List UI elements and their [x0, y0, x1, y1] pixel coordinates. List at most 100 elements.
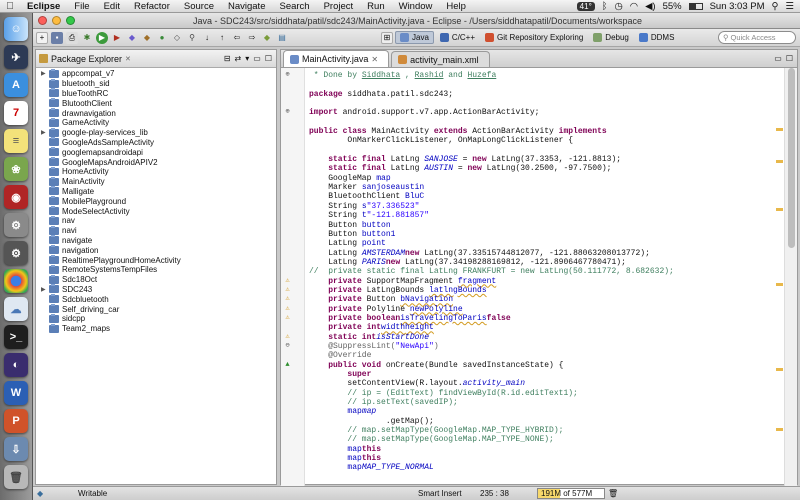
- wifi-icon[interactable]: ◠: [630, 1, 638, 12]
- code-line[interactable]: BluetoothClient BluC: [309, 192, 783, 201]
- fold-collapse-icon[interactable]: ⊖: [283, 342, 292, 350]
- minimize-view-icon[interactable]: ▭: [253, 54, 261, 63]
- photos-icon[interactable]: ❀: [4, 157, 28, 181]
- menu-source[interactable]: Source: [177, 1, 221, 12]
- menu-navigate[interactable]: Navigate: [221, 1, 273, 12]
- menu-run[interactable]: Run: [360, 1, 391, 12]
- project-tree-item[interactable]: ▶ SDC243: [36, 284, 276, 295]
- new-java-project-icon[interactable]: ◆: [126, 32, 138, 44]
- overview-ruler[interactable]: [775, 68, 784, 486]
- warning-marker[interactable]: [776, 128, 783, 131]
- code-line[interactable]: super: [309, 370, 783, 379]
- code-lines[interactable]: ⊕ * Done by Siddhata , Rashid and Huzefa…: [285, 71, 783, 473]
- code-line[interactable]: ⚠ private SupportMapFragment fragment: [285, 277, 783, 286]
- code-line[interactable]: [309, 80, 783, 89]
- code-area[interactable]: ⊕ * Done by Siddhata , Rashid and Huzefa…: [281, 68, 797, 486]
- battery-percent[interactable]: 55%: [663, 1, 682, 12]
- project-tree-item[interactable]: googlemapsandroidapi: [36, 147, 276, 157]
- chrome-icon[interactable]: [4, 269, 28, 293]
- temperature-badge[interactable]: 41°: [576, 1, 595, 11]
- link-with-editor-icon[interactable]: ⇄: [235, 54, 242, 63]
- project-tree-item[interactable]: Sdcbluetooth: [36, 294, 276, 304]
- android-avd-icon[interactable]: ▤: [276, 32, 288, 44]
- close-view-icon[interactable]: ✕: [125, 55, 131, 63]
- menu-refactor[interactable]: Refactor: [127, 1, 177, 12]
- code-line[interactable]: mapMAP_TYPE_NORMAL: [309, 463, 783, 472]
- zoom-window-button[interactable]: [66, 16, 75, 25]
- collapse-all-icon[interactable]: ⊟: [224, 54, 231, 63]
- package-explorer-title[interactable]: Package Explorer: [51, 54, 122, 64]
- maximize-editor-icon[interactable]: ☐: [786, 54, 793, 63]
- clock-icon[interactable]: ◷: [614, 1, 622, 12]
- project-tree-item[interactable]: ▶ google-play-services_lib: [36, 127, 276, 138]
- perspective-cpp[interactable]: C/C++: [436, 32, 479, 43]
- code-line[interactable]: String t"-121.881857": [309, 211, 783, 220]
- perspective-ddms[interactable]: DDMS: [635, 32, 679, 43]
- project-tree-item[interactable]: blueToothRC: [36, 88, 276, 99]
- warning-marker[interactable]: [776, 160, 783, 163]
- code-line[interactable]: LatLng point: [309, 239, 783, 248]
- warning-icon[interactable]: ⚠: [283, 314, 292, 322]
- code-line[interactable]: ⊖ @SuppressLint("NewApi"): [285, 342, 783, 351]
- fold-expand-icon[interactable]: ⊕: [283, 108, 292, 116]
- apple-icon[interactable]: : [0, 1, 20, 12]
- code-line[interactable]: ⊕ * Done by Siddhata , Rashid and Huzefa: [285, 71, 783, 80]
- code-line[interactable]: // private static final LatLng FRANKFURT…: [309, 267, 783, 276]
- code-line[interactable]: OnMarkerClickListener, OnMapLongClickLis…: [309, 136, 783, 145]
- code-line[interactable]: GoogleMap map: [309, 174, 783, 183]
- code-line[interactable]: ▲ public void onCreate(Bundle savedInsta…: [285, 361, 783, 370]
- system-preferences-icon[interactable]: ⚙: [4, 213, 28, 237]
- menubar-clock[interactable]: Sun 3:03 PM: [710, 1, 765, 12]
- expand-arrow-icon[interactable]: ▶: [41, 286, 46, 293]
- code-line[interactable]: LatLng AMSTERDAMnew LatLng(37.3351574481…: [309, 249, 783, 258]
- project-tree-item[interactable]: sidcpp: [36, 313, 276, 324]
- app-store-icon[interactable]: A: [4, 73, 28, 97]
- photobooth-icon[interactable]: ◉: [4, 185, 28, 209]
- code-line[interactable]: .getMap();: [309, 417, 783, 426]
- calendar-icon[interactable]: 7: [4, 101, 28, 125]
- code-line[interactable]: public class MainActivity extends Action…: [309, 127, 783, 136]
- warning-icon[interactable]: ⚠: [283, 305, 292, 313]
- quick-access-input[interactable]: ⚲ Quick Access: [718, 31, 796, 44]
- warning-marker[interactable]: [776, 208, 783, 211]
- code-line[interactable]: // map.setMapType(GoogleMap.MAP_TYPE_NON…: [309, 435, 783, 444]
- debug-icon[interactable]: ✱: [81, 32, 93, 44]
- warning-marker[interactable]: [776, 368, 783, 371]
- code-line[interactable]: [309, 146, 783, 155]
- project-tree-item[interactable]: navigation: [36, 245, 276, 255]
- code-line[interactable]: Button button1: [309, 230, 783, 239]
- project-tree-item[interactable]: RemoteSystemsTempFiles: [36, 264, 276, 275]
- code-line[interactable]: [309, 99, 783, 108]
- code-line[interactable]: ⚠ private LatLngBounds latlngBounds: [285, 286, 783, 295]
- spotlight-search-icon[interactable]: ⚲: [772, 1, 779, 12]
- perspective-java[interactable]: Java: [395, 31, 434, 44]
- code-line[interactable]: // ip = (EditText) findViewById(R.id.edi…: [309, 389, 783, 398]
- warning-icon[interactable]: ⚠: [283, 277, 292, 285]
- minimize-window-button[interactable]: [52, 16, 61, 25]
- code-line[interactable]: package siddhata.patil.sdc243;: [309, 90, 783, 99]
- android-sdk-icon[interactable]: ◆: [261, 32, 273, 44]
- notification-center-icon[interactable]: ☰: [785, 1, 794, 12]
- settings-gear-icon[interactable]: ⚙: [4, 241, 28, 265]
- back-icon[interactable]: ⇦: [231, 32, 243, 44]
- expand-arrow-icon[interactable]: ▶: [41, 70, 46, 77]
- code-line[interactable]: LatLng PARISnew LatLng(37.34198288169812…: [309, 258, 783, 267]
- code-line[interactable]: ⊕ import android.support.v7.app.ActionBar…: [285, 108, 783, 117]
- battery-icon[interactable]: [688, 2, 703, 10]
- menu-file[interactable]: File: [67, 1, 96, 12]
- trash-icon[interactable]: 🗑: [4, 465, 28, 489]
- fold-expand-icon[interactable]: ⊕: [283, 71, 292, 79]
- code-line[interactable]: ⚠ private Button bNavigation: [285, 295, 783, 304]
- warning-marker[interactable]: [776, 283, 783, 286]
- cloud-icon[interactable]: ☁: [4, 297, 28, 321]
- run-gc-icon[interactable]: 🗑: [608, 489, 618, 499]
- project-tree-item[interactable]: Team2_maps: [36, 323, 276, 334]
- previous-annotation-icon[interactable]: ↑: [216, 32, 228, 44]
- project-tree-item[interactable]: ModeSelectActivity: [36, 206, 276, 216]
- project-tree-item[interactable]: bluetooth_sid: [36, 78, 276, 89]
- menu-app-name[interactable]: Eclipse: [20, 1, 67, 12]
- code-line[interactable]: [309, 118, 783, 127]
- project-tree-item[interactable]: RealtimePlaygroundHomeActivity: [36, 255, 276, 265]
- code-line[interactable]: // map.setMapType(GoogleMap.MAP_TYPE_HYB…: [309, 426, 783, 435]
- code-line[interactable]: ⚠ private Polyline newPolyline: [285, 305, 783, 314]
